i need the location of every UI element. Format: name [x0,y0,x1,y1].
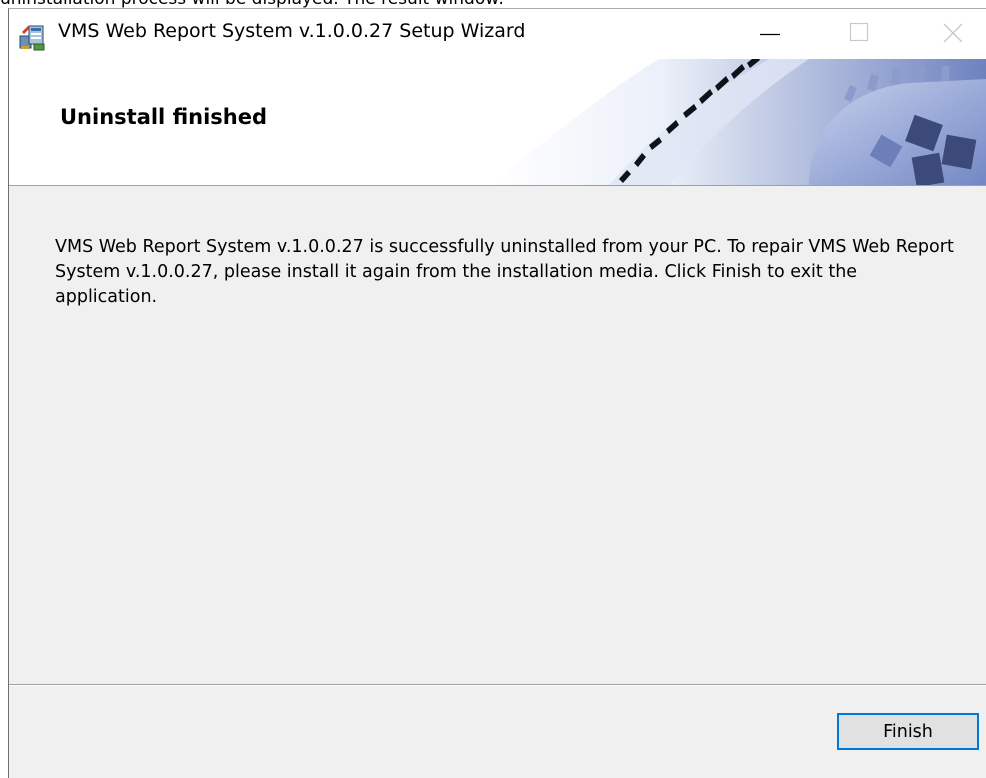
close-button[interactable] [933,9,979,59]
installer-icon [19,25,45,51]
minimize-icon [760,33,780,36]
minimize-button[interactable] [749,9,795,59]
footer-divider [9,684,986,686]
close-icon [943,23,963,43]
finish-button[interactable]: Finish [837,713,979,750]
document-caption-text: uninstallation process will be displayed… [0,0,504,8]
setup-wizard-window: VMS Web Report System v.1.0.0.27 Setup W… [8,8,986,778]
maximize-icon [849,22,869,42]
uninstall-message: VMS Web Report System v.1.0.0.27 is succ… [55,237,954,307]
document-caption: uninstallation process will be displayed… [0,0,986,8]
maximize-button[interactable] [841,9,887,59]
title-bar[interactable]: VMS Web Report System v.1.0.0.27 Setup W… [9,9,986,59]
page-title: Uninstall finished [60,105,268,129]
window-title: VMS Web Report System v.1.0.0.27 Setup W… [58,20,526,42]
finish-button-label: Finish [883,721,933,742]
wizard-header: Uninstall finished [9,59,986,186]
